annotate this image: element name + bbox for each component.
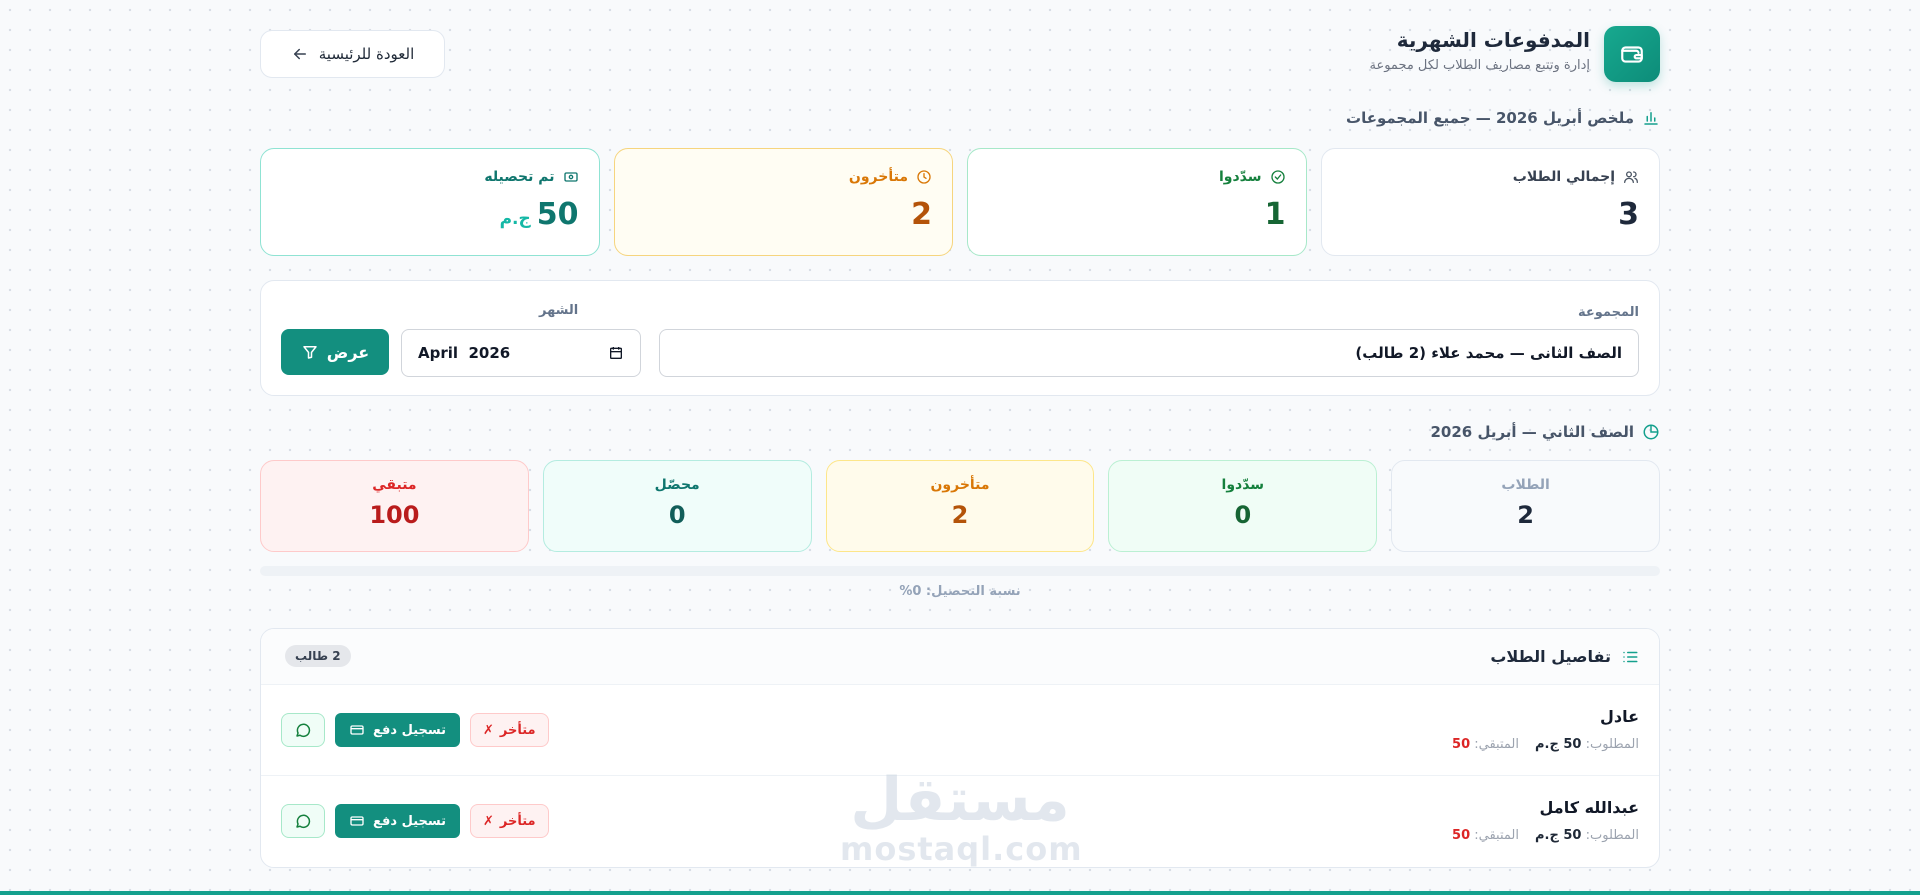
- check-circle-icon: [1270, 170, 1285, 184]
- required-label: المطلوب:: [1585, 828, 1639, 843]
- student-name: عادل: [1599, 707, 1639, 726]
- late-status-label: متأخر: [499, 813, 536, 829]
- total-students-value: 3: [1618, 197, 1639, 232]
- group-remaining-value: 100: [369, 501, 420, 529]
- month-input-value: April 2026: [418, 344, 511, 362]
- group-paid-label: سدّدوا: [1221, 477, 1265, 493]
- group-remaining-label: متبقي: [372, 477, 417, 493]
- group-collected-value: 0: [668, 501, 686, 529]
- group-late-label: متأخرون: [930, 477, 990, 493]
- collection-progress-text: نسبة التحصيل: 0%: [899, 584, 1021, 599]
- group-stats: الطلاب 2 سدّدوا 0 متأخرون 2 محصّل 0 متبق…: [260, 460, 1660, 552]
- list-icon: [1623, 651, 1638, 662]
- group-students-label: الطلاب: [1501, 477, 1550, 493]
- paid-value: 1: [1264, 197, 1286, 232]
- group-late-stat: متأخرون 2: [825, 460, 1095, 552]
- whatsapp-button[interactable]: [281, 713, 325, 747]
- group-heading-text: الصف الثاني — أبريل 2026: [1430, 423, 1634, 441]
- group-label: المجموعة: [1577, 305, 1639, 320]
- cash-icon: [563, 172, 578, 182]
- late-status-label: متأخر: [499, 722, 536, 738]
- required-amount: 50 ج.م: [1535, 828, 1582, 843]
- paid-card: سدّدوا 1: [967, 148, 1307, 256]
- remaining-amount: 50: [1452, 737, 1471, 752]
- record-payment-label: تسجيل دفع: [373, 813, 446, 829]
- x-mark-icon: ✗: [482, 813, 494, 829]
- remaining-label: المتبقي:: [1474, 828, 1519, 843]
- watermark-latin: mostaql.com: [840, 830, 1083, 868]
- back-home-button[interactable]: العودة للرئيسية: [260, 30, 445, 78]
- wallet-icon: [1604, 26, 1660, 82]
- group-heading: الصف الثاني — أبريل 2026: [1430, 423, 1660, 441]
- pie-chart-icon: [1643, 424, 1659, 440]
- back-home-label: العودة للرئيسية: [318, 45, 415, 63]
- late-status-badge: متأخر ✗: [469, 804, 549, 838]
- bottom-accent-line: [0, 891, 1920, 895]
- whatsapp-button[interactable]: [281, 804, 325, 838]
- student-actions: تسجيل دفع متأخر ✗: [281, 804, 549, 838]
- students-count-badge: 2 طالب: [285, 645, 351, 667]
- late-label: متأخرون: [848, 169, 908, 185]
- group-students-stat: الطلاب 2: [1391, 460, 1660, 552]
- watermark-arabic: مستقل: [850, 765, 1070, 835]
- message-circle-icon: [296, 723, 311, 738]
- collected-card: تم تحصيله 50 ج.م: [260, 148, 600, 256]
- group-collected-label: محصّل: [654, 477, 700, 493]
- student-amounts: المطلوب: 50 ج.م المتبقي: 50: [1452, 828, 1639, 843]
- page-title: المدفوعات الشهرية: [1396, 28, 1590, 52]
- students-panel-header: تفاصيل الطلاب 2 طالب: [261, 629, 1659, 685]
- student-actions: تسجيل دفع متأخر ✗: [281, 713, 549, 747]
- remaining-label: المتبقي:: [1474, 737, 1519, 752]
- collected-label: تم تحصيله: [484, 169, 555, 185]
- required-label: المطلوب:: [1585, 737, 1639, 752]
- student-amounts: المطلوب: 50 ج.م المتبقي: 50: [1452, 737, 1639, 752]
- credit-card-icon: [350, 725, 364, 735]
- arrow-left-icon: [293, 48, 306, 60]
- group-select-value: الصف الثانى — محمد علاء (2 طالب): [1355, 344, 1622, 362]
- required-amount: 50 ج.م: [1535, 737, 1582, 752]
- paid-label: سدّدوا: [1218, 169, 1262, 185]
- record-payment-label: تسجيل دفع: [373, 722, 446, 738]
- credit-card-icon: [350, 816, 364, 826]
- bar-chart-icon: [1644, 112, 1658, 125]
- students-title: تفاصيل الطلاب: [1490, 647, 1611, 666]
- summary-cards: إجمالي الطلاب 3 سدّدوا 1 متأخرون 2 تم تح…: [260, 148, 1660, 256]
- month-input[interactable]: April 2026: [401, 329, 641, 377]
- group-paid-value: 0: [1234, 501, 1252, 529]
- month-label: الشهر: [539, 303, 579, 318]
- filter-panel: المجموعة الصف الثانى — محمد علاء (2 طالب…: [260, 280, 1660, 396]
- record-payment-button[interactable]: تسجيل دفع: [335, 804, 460, 838]
- record-payment-button[interactable]: تسجيل دفع: [335, 713, 460, 747]
- filter-icon: [303, 346, 317, 359]
- student-row: عادل المطلوب: 50 ج.م المتبقي: 50 تسجيل د…: [261, 685, 1659, 776]
- collected-value: 50: [536, 197, 579, 232]
- total-students-label: إجمالي الطلاب: [1512, 169, 1615, 185]
- clock-icon: [917, 170, 931, 184]
- show-button[interactable]: عرض: [281, 329, 389, 375]
- users-icon: [1624, 171, 1638, 183]
- summary-heading: ملخص أبريل 2026 — جميع المجموعات: [1346, 109, 1660, 127]
- remaining-amount: 50: [1452, 828, 1471, 843]
- late-status-badge: متأخر ✗: [469, 713, 549, 747]
- watermark-logo: مستقل mostaql.com: [840, 765, 1083, 868]
- collected-unit: ج.م: [499, 209, 531, 229]
- group-select[interactable]: الصف الثانى — محمد علاء (2 طالب): [659, 329, 1639, 377]
- total-students-card: إجمالي الطلاب 3: [1320, 148, 1660, 256]
- group-paid-stat: سدّدوا 0: [1108, 460, 1378, 552]
- page-subtitle: إدارة وتتبع مصاريف الطلاب لكل مجموعة: [1369, 58, 1590, 73]
- student-name: عبدالله كامل: [1539, 798, 1640, 817]
- collection-progress-bar: [260, 566, 1660, 576]
- page-header: المدفوعات الشهرية إدارة وتتبع مصاريف الط…: [260, 26, 1660, 84]
- x-mark-icon: ✗: [482, 722, 494, 738]
- late-value: 2: [911, 197, 932, 232]
- group-late-value: 2: [951, 501, 969, 529]
- summary-heading-text: ملخص أبريل 2026 — جميع المجموعات: [1346, 109, 1634, 127]
- group-collected-stat: محصّل 0: [542, 460, 812, 552]
- group-students-value: 2: [1517, 501, 1534, 529]
- late-card: متأخرون 2: [613, 148, 953, 256]
- group-remaining-stat: متبقي 100: [260, 460, 529, 552]
- show-button-label: عرض: [326, 342, 370, 362]
- message-circle-icon: [296, 814, 311, 829]
- calendar-icon[interactable]: [608, 345, 624, 361]
